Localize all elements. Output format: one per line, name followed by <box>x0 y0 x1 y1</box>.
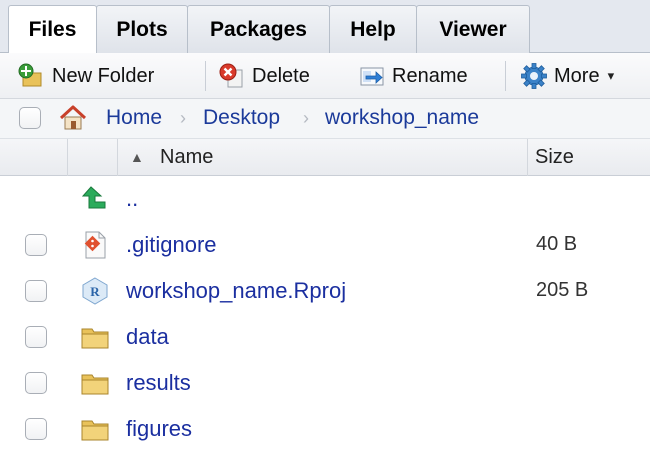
toolbar-divider <box>205 61 206 91</box>
name-column-label: Name <box>160 146 214 168</box>
table-row: results <box>0 360 650 406</box>
breadcrumb-desktop[interactable]: Desktop <box>203 106 280 130</box>
pane-tabbar: Files Plots Packages Help Viewer <box>0 0 650 54</box>
more-button[interactable]: More ▾ <box>520 60 614 92</box>
row-checkbox[interactable] <box>25 418 47 440</box>
sort-ascending-icon: ▲ <box>130 149 144 165</box>
tab-help[interactable]: Help <box>329 5 417 53</box>
rename-icon <box>360 67 384 86</box>
tab-viewer[interactable]: Viewer <box>416 5 530 53</box>
file-name-link[interactable]: .gitignore <box>126 232 217 258</box>
delete-button[interactable]: Delete <box>218 60 310 92</box>
table-row: figures <box>0 406 650 452</box>
delete-label: Delete <box>252 64 310 87</box>
row-checkbox[interactable] <box>25 326 47 348</box>
file-list-header: ▲ Name Size <box>0 139 650 176</box>
breadcrumb-workshop-name[interactable]: workshop_name <box>325 106 479 130</box>
tab-plots[interactable]: Plots <box>96 5 188 53</box>
more-label: More <box>554 64 600 87</box>
breadcrumb-home[interactable]: Home <box>106 106 162 130</box>
file-size: 40 B <box>536 233 578 255</box>
toolbar-divider <box>505 61 506 91</box>
new-folder-label: New Folder <box>52 64 155 87</box>
table-row: R workshop_name.Rproj 205 B <box>0 268 650 314</box>
folder-icon <box>81 328 109 349</box>
folder-icon <box>81 420 109 441</box>
parent-directory-row[interactable]: .. <box>0 176 650 222</box>
table-row: .gitignore 40 B <box>0 222 650 268</box>
folder-name-link[interactable]: figures <box>126 416 192 442</box>
tab-packages[interactable]: Packages <box>187 5 330 53</box>
select-all-checkbox[interactable] <box>19 107 41 129</box>
new-folder-icon <box>18 63 42 87</box>
header-checkbox-column <box>0 139 68 176</box>
home-icon[interactable] <box>58 104 88 132</box>
gear-icon <box>521 63 547 89</box>
row-checkbox[interactable] <box>25 372 47 394</box>
folder-name-link[interactable]: results <box>126 370 191 396</box>
rename-label: Rename <box>392 64 468 87</box>
rename-button[interactable]: Rename <box>358 60 468 92</box>
parent-directory-link[interactable]: .. <box>126 186 138 212</box>
folder-name-link[interactable]: data <box>126 324 169 350</box>
name-column-header[interactable]: ▲ Name <box>118 139 528 176</box>
file-size: 205 B <box>536 279 589 301</box>
row-checkbox[interactable] <box>25 280 47 302</box>
header-icon-column <box>68 139 118 176</box>
chevron-down-icon: ▾ <box>607 68 615 83</box>
breadcrumb: Home › Desktop › workshop_name <box>0 99 650 139</box>
up-arrow-icon <box>81 186 106 209</box>
file-name-link[interactable]: workshop_name.Rproj <box>126 278 346 304</box>
svg-text:R: R <box>90 284 100 299</box>
rproj-file-icon: R <box>82 277 108 305</box>
size-column-header[interactable]: Size <box>528 139 650 176</box>
breadcrumb-separator: › <box>303 108 309 128</box>
table-row: data <box>0 314 650 360</box>
delete-icon <box>219 63 243 88</box>
size-column-label: Size <box>535 146 574 168</box>
breadcrumb-separator: › <box>180 108 186 128</box>
tab-files[interactable]: Files <box>8 5 97 54</box>
files-toolbar: New Folder Delete Rename More ▾ <box>0 53 650 99</box>
git-file-icon <box>84 231 106 259</box>
row-checkbox[interactable] <box>25 234 47 256</box>
new-folder-button[interactable]: New Folder <box>18 60 154 92</box>
folder-icon <box>81 374 109 395</box>
